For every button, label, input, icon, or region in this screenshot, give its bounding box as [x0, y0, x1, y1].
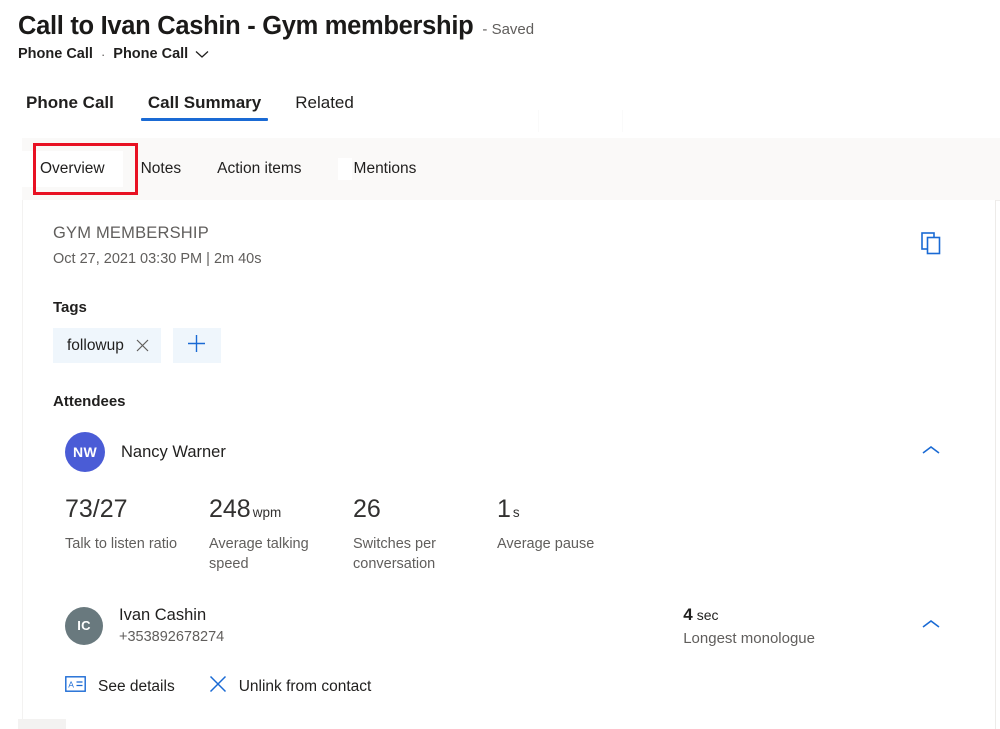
attendee-command-row: A See details Unlink from contact [53, 675, 965, 698]
tab-phone-call[interactable]: Phone Call [18, 92, 122, 121]
attendee-phone: +353892678274 [119, 627, 224, 647]
sub-tab-bar: Overview Notes Action items Mentions [22, 138, 1000, 201]
breadcrumb-separator: · [101, 47, 105, 62]
subtab-mentions[interactable]: Mentions [320, 149, 435, 189]
header-divider-right [622, 110, 623, 132]
plus-icon [187, 334, 206, 358]
avatar: IC [65, 607, 103, 645]
title-row: Call to Ivan Cashin - Gym membership - S… [18, 10, 1000, 42]
attendee-row[interactable]: IC Ivan Cashin +353892678274 4 sec Longes… [53, 604, 965, 647]
metric-value: 1 [497, 495, 511, 523]
tab-call-summary[interactable]: Call Summary [140, 92, 269, 121]
tab-related[interactable]: Related [287, 92, 362, 121]
subtab-mentions-label: Mentions [354, 160, 417, 177]
unlink-from-contact-label: Unlink from contact [239, 678, 372, 696]
breadcrumb: Phone Call · Phone Call [18, 46, 1000, 62]
mentions-indicator [338, 158, 352, 180]
close-icon[interactable] [136, 339, 149, 352]
record-header: Call to Ivan Cashin - Gym membership - S… [0, 0, 1000, 62]
call-name-text: GYM MEMBERSHIP [53, 222, 965, 244]
metric-label: Average talking speed [209, 534, 329, 574]
attendee-name: Nancy Warner [121, 441, 226, 463]
call-title: GYM MEMBERSHIP Oct 27, 2021 03:30 PM | 2… [53, 222, 965, 269]
chevron-up-icon[interactable] [915, 611, 947, 641]
chevron-up-icon[interactable] [915, 437, 947, 467]
call-meta-text: Oct 27, 2021 03:30 PM | 2m 40s [53, 249, 965, 269]
primary-tab-strip: Phone Call Call Summary Related [0, 85, 1000, 121]
metric-value: 4 [683, 605, 692, 624]
attendee-metrics: 73/27 Talk to listen ratio 248wpm Averag… [53, 494, 965, 574]
tag-chip-label: followup [67, 337, 124, 355]
attendee-identity: Ivan Cashin +353892678274 [119, 604, 224, 647]
see-details-button[interactable]: A See details [65, 676, 175, 697]
attendee-name: Ivan Cashin [119, 604, 224, 626]
metric-label: Average pause [497, 534, 617, 554]
metric-value: 26 [353, 495, 381, 523]
metric-label: Switches per conversation [353, 534, 473, 574]
metric-label: Longest monologue [683, 629, 815, 649]
call-summary-overview-panel: GYM MEMBERSHIP Oct 27, 2021 03:30 PM | 2… [22, 200, 996, 729]
contact-card-icon: A [65, 676, 86, 697]
add-tag-button[interactable] [173, 328, 221, 363]
tag-chip-followup[interactable]: followup [53, 328, 161, 363]
metric-value: 73/27 [65, 495, 128, 523]
see-details-label: See details [98, 678, 175, 696]
bottom-partial-element [18, 719, 66, 729]
avatar: NW [65, 432, 105, 472]
header-divider-left [538, 110, 539, 132]
subtab-action-items[interactable]: Action items [199, 151, 319, 187]
metric-talk-to-listen-ratio: 73/27 Talk to listen ratio [65, 494, 209, 574]
attendee-row[interactable]: NW Nancy Warner [53, 432, 965, 472]
metric-unit: wpm [253, 505, 282, 520]
metric-unit: s [513, 505, 520, 520]
svg-text:A: A [68, 679, 74, 689]
metric-unit: sec [697, 607, 719, 623]
close-icon [209, 675, 227, 698]
form-selector-label[interactable]: Phone Call [113, 46, 188, 62]
attendee-block-ivan-cashin: IC Ivan Cashin +353892678274 4 sec Longes… [53, 604, 965, 698]
chevron-down-icon[interactable] [195, 50, 209, 59]
metric-longest-monologue: 4 sec Longest monologue [683, 604, 815, 649]
subtab-overview[interactable]: Overview [22, 151, 123, 187]
subtab-notes[interactable]: Notes [123, 151, 200, 187]
breadcrumb-entity-type: Phone Call [18, 46, 93, 62]
attendees-section-label: Attendees [53, 393, 965, 410]
tags-section-label: Tags [53, 299, 965, 316]
metric-label: Talk to listen ratio [65, 534, 185, 554]
copy-icon[interactable] [921, 232, 943, 261]
tags-row: followup [53, 328, 965, 363]
attendee-block-nancy-warner: NW Nancy Warner 73/27 Talk to listen rat… [53, 432, 965, 574]
metric-average-pause: 1s Average pause [497, 494, 641, 574]
unlink-from-contact-button[interactable]: Unlink from contact [209, 675, 372, 698]
metric-value: 248 [209, 495, 251, 523]
page-title: Call to Ivan Cashin - Gym membership [18, 10, 473, 42]
metric-switches-per-conversation: 26 Switches per conversation [353, 494, 497, 574]
save-status-text: - Saved [482, 21, 534, 38]
metric-average-talking-speed: 248wpm Average talking speed [209, 494, 353, 574]
